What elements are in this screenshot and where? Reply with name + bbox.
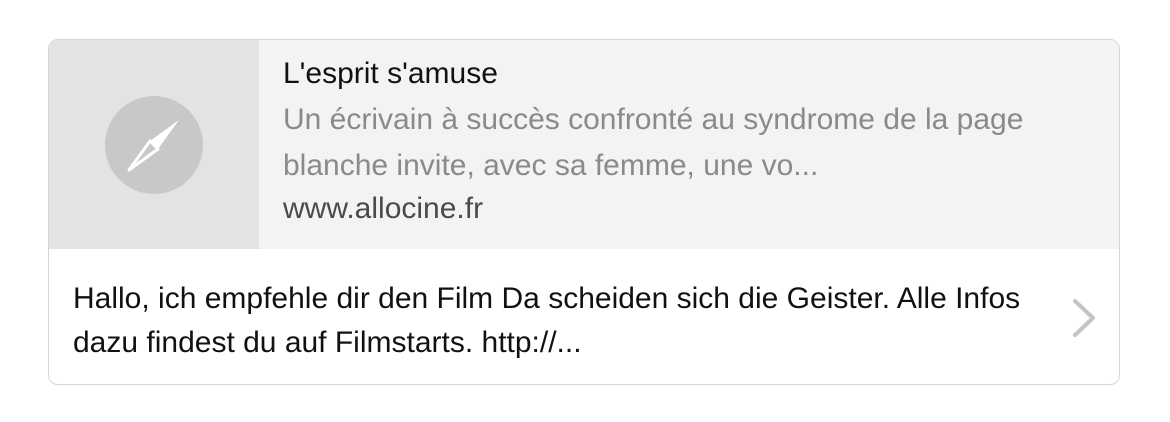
chevron-right-icon[interactable]	[1069, 297, 1099, 339]
link-title: L'esprit s'amuse	[283, 57, 498, 90]
link-preview[interactable]: L'esprit s'amuse Un écrivain à succès co…	[49, 40, 1119, 249]
link-url[interactable]: www.allocine.fr	[283, 189, 1095, 229]
link-thumbnail	[49, 40, 259, 249]
compass-icon	[105, 96, 203, 194]
message-row[interactable]: Hallo, ich empfehle dir den Film Da sche…	[49, 249, 1119, 384]
link-preview-text: L'esprit s'amuse Un écrivain à succès co…	[283, 54, 1095, 229]
link-description: Un écrivain à succès confronté au syndro…	[283, 103, 1024, 182]
link-message-card[interactable]: L'esprit s'amuse Un écrivain à succès co…	[48, 39, 1120, 385]
message-text: Hallo, ich empfehle dir den Film Da sche…	[73, 282, 1021, 359]
